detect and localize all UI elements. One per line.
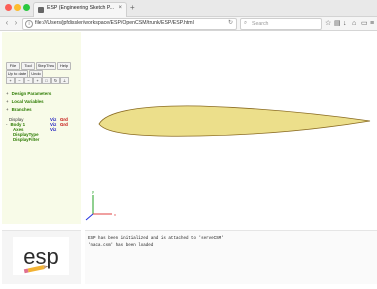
graphics-canvas[interactable]: x y: [85, 32, 377, 224]
tree-label: Design Parameters: [11, 91, 52, 96]
tree-branches[interactable]: + Branches: [6, 107, 32, 112]
window-maximize-button[interactable]: [23, 4, 30, 11]
url-bar[interactable]: i file:///Users/jpfdissler/workspace/ESP…: [22, 18, 237, 30]
view-button-7[interactable]: ⊥: [60, 77, 69, 84]
url-text[interactable]: file:///Users/jpfdissler/workspace/ESP/O…: [35, 20, 194, 26]
home-icon[interactable]: ⌂: [352, 19, 356, 28]
view-button-5[interactable]: □: [42, 77, 51, 84]
search-bar[interactable]: ⌕ Search: [240, 18, 322, 30]
menu-icon[interactable]: ≡: [370, 19, 374, 28]
expand-icon[interactable]: +: [6, 91, 9, 96]
view-button-4[interactable]: +: [33, 77, 42, 84]
airfoil-shape[interactable]: [98, 105, 371, 137]
window-minimize-button[interactable]: [14, 4, 21, 11]
download-icon[interactable]: ↓: [343, 19, 347, 28]
tree-design-parameters[interactable]: + Design Parameters: [6, 91, 51, 96]
view-button-6[interactable]: ↻: [51, 77, 60, 84]
tree-display-filter[interactable]: DisplayFilter: [13, 137, 39, 142]
expand-icon[interactable]: +: [6, 107, 9, 112]
favicon-icon: [38, 7, 44, 13]
tree-label: DisplayFilter: [13, 137, 40, 142]
logo-text: esp: [23, 244, 58, 269]
x-axis-label: x: [114, 212, 116, 217]
search-input[interactable]: Search: [252, 21, 268, 27]
message-line: ESP has been initialized and is attached…: [88, 237, 224, 241]
message-window: ESP has been initialized and is attached…: [85, 230, 377, 284]
tree-local-variables[interactable]: + Local Variables: [6, 99, 44, 104]
expand-icon[interactable]: -: [6, 122, 7, 127]
chat-icon[interactable]: ▭: [361, 19, 368, 28]
info-icon[interactable]: i: [25, 20, 33, 28]
z-axis: [85, 213, 94, 221]
left-panel: File Tool StepThru Help Up to date Undo …: [2, 32, 81, 224]
new-tab-button[interactable]: +: [130, 3, 135, 12]
grd-toggle-body-1[interactable]: Grd: [60, 122, 68, 127]
reload-icon[interactable]: ↻: [228, 19, 233, 26]
tab-title: ESP (Engineering Sketch P...: [47, 5, 114, 11]
zoom-in-button[interactable]: +: [6, 77, 15, 84]
search-icon: ⌕: [244, 20, 248, 26]
tree-label: Branches: [11, 107, 32, 112]
y-axis-label: y: [92, 189, 94, 194]
tree-label: Local Variables: [11, 99, 44, 104]
tab-bar: ESP (Engineering Sketch P... × +: [0, 0, 377, 17]
browser-tab[interactable]: ESP (Engineering Sketch P... ×: [33, 2, 127, 17]
tab-close-icon[interactable]: ×: [118, 5, 122, 11]
step-thru-button[interactable]: StepThru: [36, 62, 56, 70]
graphics-svg: x y: [85, 105, 371, 221]
navigation-bar: ‹ › i file:///Users/jpfdissler/workspace…: [0, 17, 377, 31]
forward-button[interactable]: ›: [11, 18, 21, 28]
star-icon[interactable]: ☆: [325, 19, 331, 28]
reading-list-icon[interactable]: ▤: [334, 19, 341, 28]
axes-triad: x y: [85, 189, 116, 221]
expand-icon[interactable]: +: [6, 99, 9, 104]
esp-logo: esp: [13, 237, 69, 275]
logo-panel: esp: [2, 230, 81, 284]
help-button[interactable]: Help: [57, 62, 71, 70]
window-close-button[interactable]: [5, 4, 12, 11]
zoom-out-button[interactable]: −: [15, 77, 24, 84]
viz-toggle-axes[interactable]: Viz: [50, 127, 56, 132]
file-button[interactable]: File: [6, 62, 20, 70]
tool-button[interactable]: Tool: [21, 62, 35, 70]
view-button-3[interactable]: −: [24, 77, 33, 84]
message-line: 'naca.csm' has been loaded: [88, 244, 154, 248]
